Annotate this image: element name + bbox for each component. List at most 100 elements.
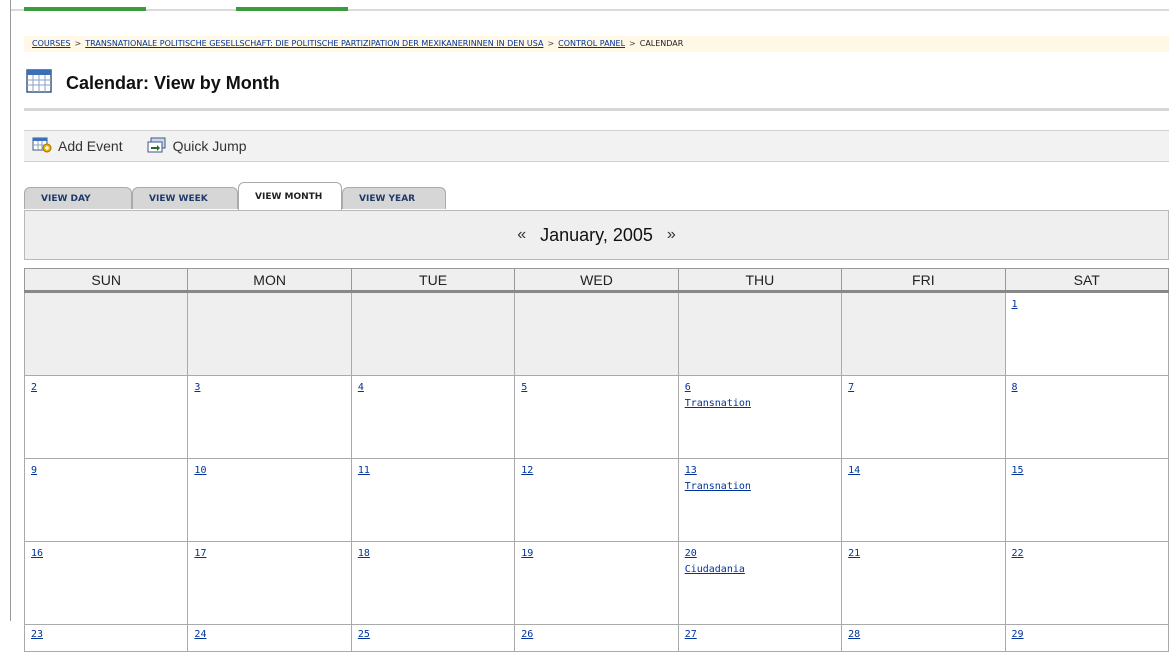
breadcrumb-courses[interactable]: COURSES (32, 39, 71, 48)
calendar-grid: SUN MON TUE WED THU FRI SAT 1 2 3 4 5 6 Transn… (23, 268, 1169, 652)
weekday-header: WED (514, 268, 679, 293)
calendar-week-row: 16 17 18 19 20 Ciudadania 21 22 (23, 541, 1169, 625)
day-number-link[interactable]: 18 (358, 548, 508, 559)
add-event-icon (32, 137, 52, 156)
calendar-day-cell: 18 (350, 541, 516, 625)
left-border (10, 0, 11, 621)
calendar-day-cell: 28 (841, 624, 1006, 652)
day-number-link[interactable]: 3 (194, 382, 344, 393)
day-number-link[interactable]: 29 (1012, 629, 1162, 640)
day-number-link[interactable]: 19 (521, 548, 671, 559)
day-number-link[interactable]: 8 (1012, 382, 1162, 393)
tab-view-day[interactable]: VIEW DAY (24, 187, 132, 209)
calendar-day-cell: 9 (23, 458, 189, 542)
calendar-day-cell: 5 (514, 375, 679, 459)
day-number-link[interactable]: 28 (848, 629, 998, 640)
calendar-day-cell: 7 (841, 375, 1006, 459)
quick-jump-button[interactable]: Quick Jump (147, 137, 247, 156)
day-number-link[interactable]: 10 (194, 465, 344, 476)
calendar-day-cell: 21 (841, 541, 1006, 625)
calendar-week-row: 2 3 4 5 6 Transnation 7 8 (23, 375, 1169, 459)
next-month-button[interactable]: » (667, 226, 676, 244)
breadcrumb-current: CALENDAR (639, 39, 684, 48)
calendar-empty-cell (23, 291, 189, 376)
day-number-link[interactable]: 20 (685, 548, 835, 559)
day-number-link[interactable]: 16 (31, 548, 181, 559)
calendar-day-cell: 24 (187, 624, 352, 652)
day-number-link[interactable]: 2 (31, 382, 181, 393)
calendar-day-cell: 8 (1004, 375, 1169, 459)
day-number-link[interactable]: 24 (194, 629, 344, 640)
calendar-day-cell: 3 (187, 375, 352, 459)
page-title: Calendar: View by Month (66, 72, 280, 93)
day-number-link[interactable]: 1 (1012, 299, 1162, 310)
day-number-link[interactable]: 7 (848, 382, 998, 393)
add-event-button[interactable]: Add Event (32, 137, 123, 156)
calendar-day-cell: 22 (1004, 541, 1169, 625)
day-number-link[interactable]: 25 (358, 629, 508, 640)
weekday-header: SUN (23, 268, 189, 293)
calendar-day-cell: 1 (1004, 291, 1169, 376)
event-link[interactable]: Transnation (685, 398, 835, 409)
day-number-link[interactable]: 5 (521, 382, 671, 393)
breadcrumb-separator: > (629, 39, 636, 48)
calendar-day-cell: 29 (1004, 624, 1169, 652)
breadcrumb-separator: > (547, 39, 555, 48)
breadcrumb-course[interactable]: TRANSNATIONALE POLITISCHE GESELLSCHAFT: … (85, 39, 543, 48)
top-divider (11, 9, 1169, 11)
weekday-header: SAT (1004, 268, 1169, 293)
calendar-empty-cell (187, 291, 352, 376)
month-title: January, 2005 (540, 224, 653, 245)
calendar-day-cell: 19 (514, 541, 679, 625)
month-navigation: « January, 2005 » (24, 210, 1169, 260)
breadcrumb-control-panel[interactable]: CONTROL PANEL (558, 39, 625, 48)
breadcrumb: COURSES > TRANSNATIONALE POLITISCHE GESELL… (24, 36, 1169, 52)
calendar-day-cell: 2 (23, 375, 189, 459)
day-number-link[interactable]: 4 (358, 382, 508, 393)
calendar-day-cell: 10 (187, 458, 352, 542)
calendar-week-row: 23 24 25 26 27 28 29 (23, 624, 1169, 652)
calendar-empty-cell (350, 291, 516, 376)
previous-month-button[interactable]: « (517, 226, 526, 244)
quick-jump-label: Quick Jump (172, 138, 247, 154)
tab-view-year[interactable]: VIEW YEAR (342, 187, 446, 209)
calendar-day-cell: 17 (187, 541, 352, 625)
calendar-day-cell: 11 (350, 458, 516, 542)
calendar-day-cell: 14 (841, 458, 1006, 542)
day-number-link[interactable]: 26 (521, 629, 671, 640)
calendar-empty-cell (677, 291, 843, 376)
day-number-link[interactable]: 9 (31, 465, 181, 476)
calendar-day-cell: 13 Transnation (677, 458, 843, 542)
calendar-day-cell: 27 (677, 624, 843, 652)
add-event-label: Add Event (58, 138, 123, 154)
calendar-week-row: 9 10 11 12 13 Transnation 14 15 (23, 458, 1169, 542)
day-number-link[interactable]: 11 (358, 465, 508, 476)
calendar-day-cell: 15 (1004, 458, 1169, 542)
weekday-header: MON (187, 268, 352, 293)
calendar-day-cell: 25 (350, 624, 516, 652)
quick-jump-icon (147, 137, 167, 156)
action-bar: Add Event Quick Jump (24, 130, 1169, 162)
day-number-link[interactable]: 22 (1012, 548, 1162, 559)
tab-view-month[interactable]: VIEW MONTH (238, 182, 342, 210)
day-number-link[interactable]: 23 (31, 629, 181, 640)
calendar-week-row: 1 (23, 291, 1169, 376)
day-number-link[interactable]: 17 (194, 548, 344, 559)
day-number-link[interactable]: 15 (1012, 465, 1162, 476)
day-number-link[interactable]: 12 (521, 465, 671, 476)
event-link[interactable]: Ciudadania (685, 564, 835, 575)
page-header: Calendar: View by Month (26, 68, 280, 97)
calendar-day-cell: 23 (23, 624, 189, 652)
day-number-link[interactable]: 14 (848, 465, 998, 476)
day-number-link[interactable]: 13 (685, 465, 835, 476)
calendar-day-cell: 26 (514, 624, 679, 652)
weekday-header: TUE (350, 268, 516, 293)
nav-tab-indicator (24, 7, 146, 11)
day-number-link[interactable]: 6 (685, 382, 835, 393)
day-number-link[interactable]: 27 (685, 629, 835, 640)
day-number-link[interactable]: 21 (848, 548, 998, 559)
event-link[interactable]: Transnation (685, 481, 835, 492)
tab-view-week[interactable]: VIEW WEEK (132, 187, 238, 209)
calendar-empty-cell (514, 291, 679, 376)
calendar-day-cell: 20 Ciudadania (677, 541, 843, 625)
